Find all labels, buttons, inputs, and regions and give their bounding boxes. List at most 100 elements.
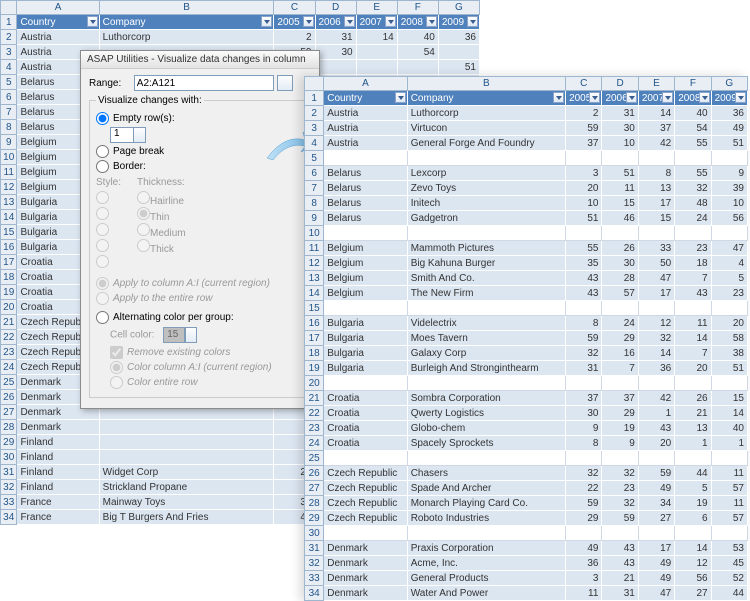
blank-cell[interactable]: [407, 226, 565, 241]
blank-cell[interactable]: [566, 451, 602, 466]
data-cell[interactable]: Croatia: [324, 436, 407, 451]
blank-cell[interactable]: [407, 451, 565, 466]
data-cell[interactable]: 56: [711, 211, 747, 226]
data-cell[interactable]: 43: [566, 286, 602, 301]
data-cell[interactable]: 27: [638, 511, 674, 526]
filter-dropdown-icon[interactable]: [344, 16, 355, 27]
col-header[interactable]: E: [356, 1, 397, 15]
data-cell[interactable]: Smith And Co.: [407, 271, 565, 286]
data-cell[interactable]: 53: [711, 541, 747, 556]
opt-empty-rows[interactable]: Empty row(s):: [96, 112, 304, 125]
data-cell[interactable]: 8: [638, 166, 674, 181]
data-cell[interactable]: 36: [711, 106, 747, 121]
data-cell[interactable]: 24: [602, 316, 638, 331]
data-cell[interactable]: 17: [638, 286, 674, 301]
blank-cell[interactable]: [407, 526, 565, 541]
blank-cell[interactable]: [566, 151, 602, 166]
radio-border[interactable]: [96, 160, 109, 173]
data-cell[interactable]: Roboto Industries: [407, 511, 565, 526]
row-header[interactable]: 13: [305, 271, 324, 286]
row-header[interactable]: 12: [1, 180, 17, 195]
data-cell[interactable]: Belgium: [324, 241, 407, 256]
row-header[interactable]: 24: [1, 360, 17, 375]
data-cell[interactable]: 44: [675, 466, 711, 481]
data-cell[interactable]: 15: [602, 196, 638, 211]
opt-page-break[interactable]: Page break: [96, 145, 304, 158]
data-cell[interactable]: 15: [711, 391, 747, 406]
filter-dropdown-icon[interactable]: [385, 16, 396, 27]
data-cell[interactable]: Czech Republic: [324, 496, 407, 511]
row-header[interactable]: 20: [1, 300, 17, 315]
data-cell[interactable]: 29: [602, 331, 638, 346]
blank-cell[interactable]: [638, 301, 674, 316]
data-cell[interactable]: 59: [566, 121, 602, 136]
data-cell[interactable]: Czech Republic: [324, 466, 407, 481]
col-header[interactable]: B: [99, 1, 274, 15]
table-header-cell[interactable]: Company: [99, 15, 274, 30]
row-header[interactable]: 10: [305, 226, 324, 241]
data-cell[interactable]: 14: [638, 106, 674, 121]
filter-dropdown-icon[interactable]: [626, 92, 637, 103]
data-cell[interactable]: 11: [675, 316, 711, 331]
data-cell[interactable]: [356, 60, 397, 75]
row-header[interactable]: 17: [1, 255, 17, 270]
data-cell[interactable]: 34: [638, 496, 674, 511]
blank-cell[interactable]: [324, 151, 407, 166]
data-cell[interactable]: 13: [638, 181, 674, 196]
col-header[interactable]: E: [638, 77, 674, 91]
blank-cell[interactable]: [675, 151, 711, 166]
row-header[interactable]: 9: [1, 135, 17, 150]
data-cell[interactable]: 37: [638, 121, 674, 136]
row-header[interactable]: 5: [1, 75, 17, 90]
blank-cell[interactable]: [602, 301, 638, 316]
data-cell[interactable]: 20: [638, 436, 674, 451]
data-cell[interactable]: Galaxy Corp: [407, 346, 565, 361]
row-header[interactable]: 30: [1, 450, 17, 465]
data-cell[interactable]: 51: [602, 166, 638, 181]
row-header[interactable]: 27: [1, 405, 17, 420]
data-cell[interactable]: 37: [602, 391, 638, 406]
col-header[interactable]: F: [397, 1, 438, 15]
data-cell[interactable]: 26: [602, 241, 638, 256]
col-header[interactable]: G: [711, 77, 747, 91]
table-header-cell[interactable]: 2006: [315, 15, 356, 30]
blank-cell[interactable]: [566, 376, 602, 391]
data-cell[interactable]: 51: [711, 361, 747, 376]
data-cell[interactable]: 23: [675, 241, 711, 256]
data-cell[interactable]: Bulgaria: [324, 316, 407, 331]
data-cell[interactable]: Mainway Toys: [99, 495, 274, 510]
data-cell[interactable]: 7: [675, 271, 711, 286]
blank-cell[interactable]: [711, 226, 747, 241]
row-header[interactable]: 7: [1, 105, 17, 120]
data-cell[interactable]: Qwerty Logistics: [407, 406, 565, 421]
blank-cell[interactable]: [324, 301, 407, 316]
range-input[interactable]: [134, 75, 274, 91]
col-header[interactable]: D: [602, 77, 638, 91]
blank-cell[interactable]: [638, 376, 674, 391]
blank-cell[interactable]: [324, 526, 407, 541]
row-header[interactable]: 12: [305, 256, 324, 271]
filter-dropdown-icon[interactable]: [303, 16, 314, 27]
data-cell[interactable]: Denmark: [324, 586, 407, 601]
data-cell[interactable]: 11: [566, 586, 602, 601]
data-cell[interactable]: 14: [356, 30, 397, 45]
row-header[interactable]: 18: [1, 270, 17, 285]
table-header-cell[interactable]: 2008: [675, 91, 711, 106]
data-cell[interactable]: Lexcorp: [407, 166, 565, 181]
data-cell[interactable]: 32: [602, 496, 638, 511]
row-header[interactable]: 21: [1, 315, 17, 330]
data-cell[interactable]: 9: [711, 166, 747, 181]
row-header[interactable]: 20: [305, 376, 324, 391]
data-cell[interactable]: Finland: [17, 480, 99, 495]
table-header-cell[interactable]: 2005: [274, 15, 315, 30]
data-cell[interactable]: 40: [711, 421, 747, 436]
blank-cell[interactable]: [675, 226, 711, 241]
blank-cell[interactable]: [711, 151, 747, 166]
data-cell[interactable]: 49: [638, 481, 674, 496]
row-header[interactable]: 31: [1, 465, 17, 480]
blank-cell[interactable]: [711, 376, 747, 391]
blank-cell[interactable]: [407, 376, 565, 391]
data-cell[interactable]: Croatia: [324, 421, 407, 436]
data-cell[interactable]: 14: [675, 331, 711, 346]
row-header[interactable]: 11: [305, 241, 324, 256]
